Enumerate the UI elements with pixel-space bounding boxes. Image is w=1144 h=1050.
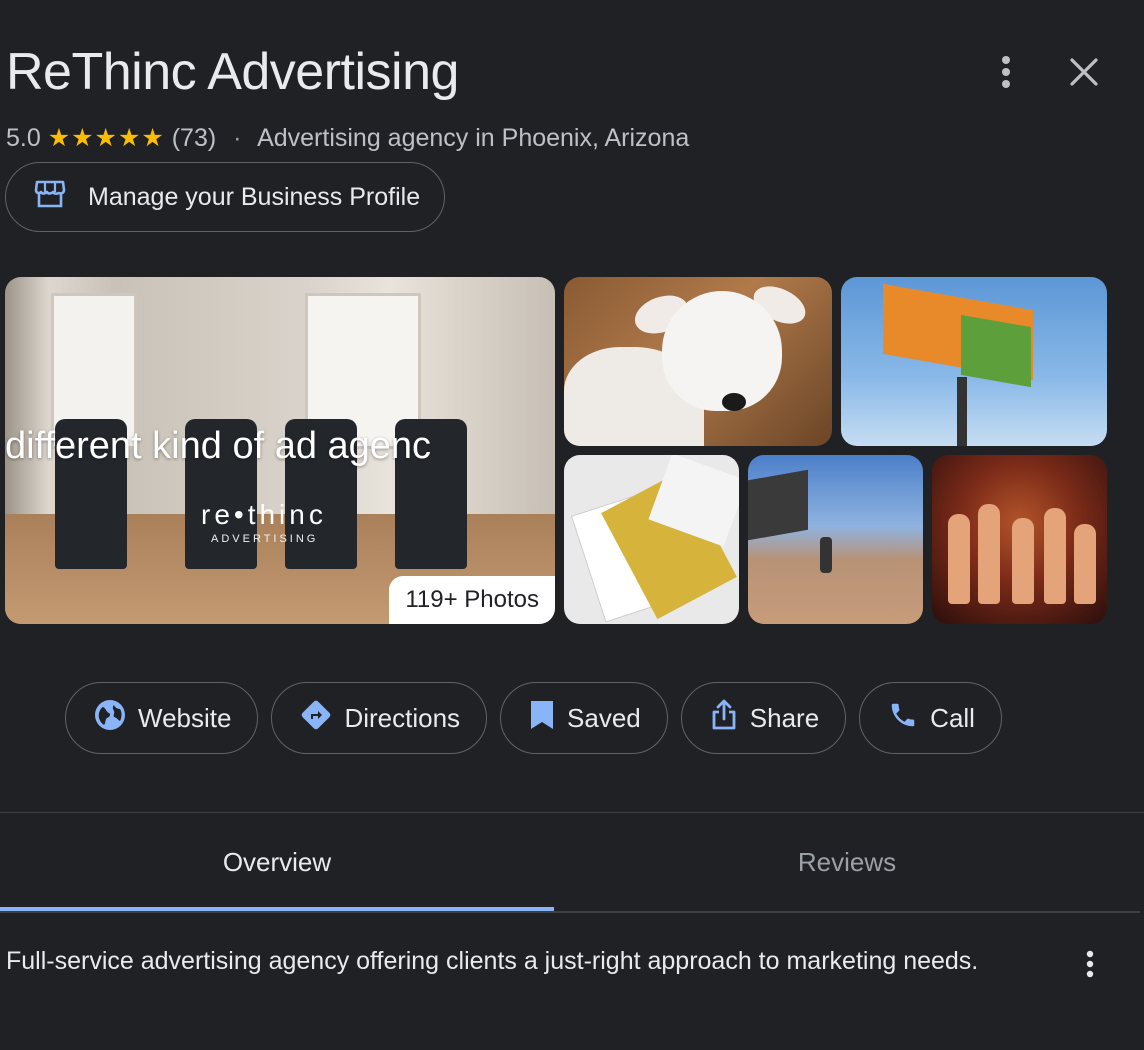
action-buttons: Website Directions Saved Share Call xyxy=(65,682,1002,754)
manage-profile-label: Manage your Business Profile xyxy=(88,182,421,211)
dog-photo[interactable] xyxy=(564,277,832,446)
saved-label: Saved xyxy=(567,702,641,733)
call-button[interactable]: Call xyxy=(859,682,1002,754)
saved-button[interactable]: Saved xyxy=(500,682,668,754)
star-rating-icon[interactable]: ★★★★★ xyxy=(48,124,165,152)
knowledge-panel: ReThinc Advertising 5.0 ★★★★★ (73) · Adv… xyxy=(0,0,1144,1050)
globe-icon xyxy=(94,699,126,738)
share-label: Share xyxy=(749,702,820,733)
tab-bar: Overview Reviews xyxy=(0,814,1144,910)
share-icon xyxy=(710,699,738,738)
more-options-icon[interactable] xyxy=(986,48,1026,96)
photo-count-badge[interactable]: 119+ Photos xyxy=(389,576,555,624)
call-label: Call xyxy=(930,702,975,733)
section-divider xyxy=(0,812,1144,813)
review-count[interactable]: (73) xyxy=(172,124,216,152)
directions-label: Directions xyxy=(344,702,461,733)
photo-logo-text: re•thinc xyxy=(201,499,327,530)
party-photo[interactable] xyxy=(932,455,1107,624)
business-name: ReThinc Advertising xyxy=(6,43,459,101)
business-description: Full-service advertising agency offering… xyxy=(6,947,979,975)
website-label: Website xyxy=(138,702,232,733)
close-icon[interactable] xyxy=(1064,48,1104,96)
top-controls xyxy=(986,48,1104,96)
description-more-icon[interactable] xyxy=(1080,944,1100,984)
directions-button[interactable]: Directions xyxy=(271,682,488,754)
separator-dot: · xyxy=(233,124,242,152)
billboard-photo[interactable] xyxy=(841,277,1107,446)
tab-overview[interactable]: Overview xyxy=(0,814,554,910)
rating-category-line: 5.0 ★★★★★ (73) · Advertising agency in P… xyxy=(6,120,689,156)
website-button[interactable]: Website xyxy=(65,682,259,754)
business-category: Advertising agency in Phoenix, Arizona xyxy=(257,124,690,152)
manage-business-profile-button[interactable]: Manage your Business Profile xyxy=(5,162,446,232)
business-cards-photo[interactable] xyxy=(564,455,739,624)
share-button[interactable]: Share xyxy=(680,682,847,754)
tab-underline xyxy=(0,911,1140,913)
photo-overlay-text: different kind of ad agenc xyxy=(5,425,432,467)
photo-logo-subtext: ADVERTISING xyxy=(211,533,319,545)
main-photo[interactable]: different kind of ad agenc re•thinc ADVE… xyxy=(5,277,555,624)
courtyard-photo[interactable] xyxy=(748,455,923,624)
storefront-icon xyxy=(34,180,66,215)
directions-icon xyxy=(300,699,332,738)
bookmark-icon xyxy=(529,699,555,738)
tab-reviews[interactable]: Reviews xyxy=(554,814,1140,910)
phone-icon xyxy=(888,700,918,737)
rating-value: 5.0 xyxy=(6,124,41,152)
